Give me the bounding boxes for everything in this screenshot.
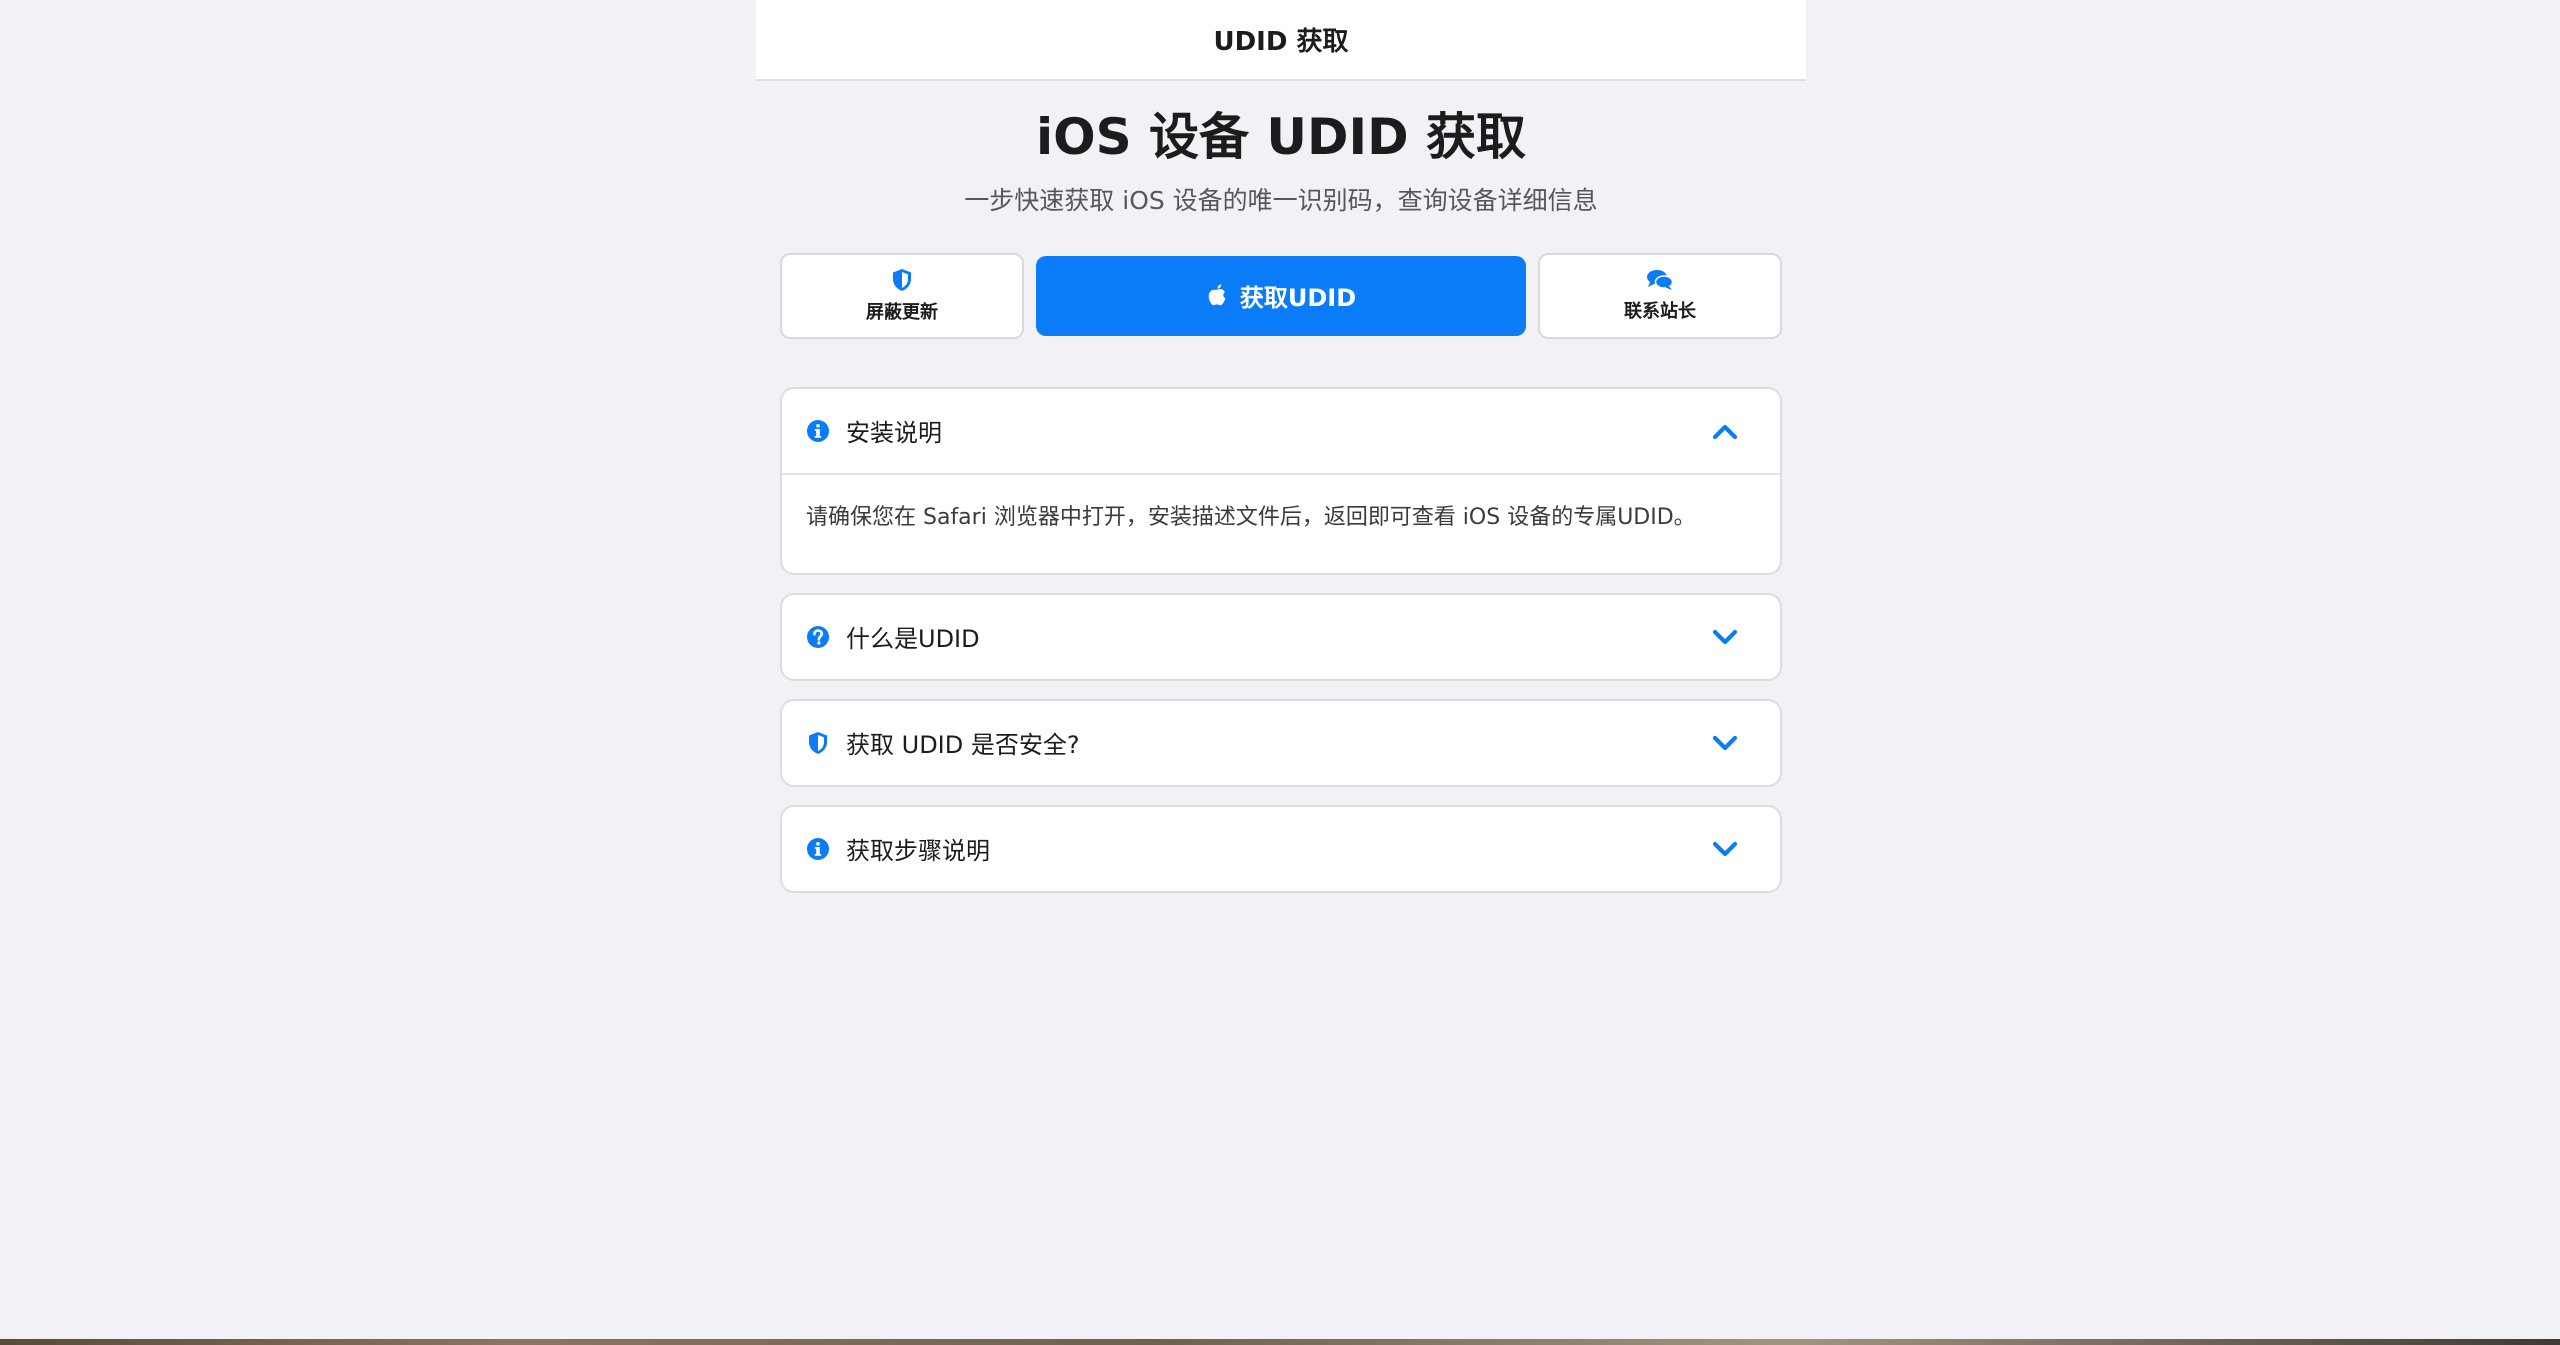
shield-icon	[806, 731, 830, 755]
page-title: iOS 设备 UDID 获取	[1035, 108, 1527, 166]
question-circle-icon	[806, 625, 830, 649]
action-bar: 屏蔽更新 获取UDID 联系站长	[780, 252, 1782, 339]
accordion-what-is-udid: 什么是UDID	[780, 592, 1782, 681]
bottom-edge-strip	[0, 1339, 2560, 1345]
accordion-title: 什么是UDID	[846, 625, 980, 653]
chat-bubbles-icon	[1647, 269, 1674, 290]
contact-admin-button[interactable]: 联系站长	[1538, 252, 1782, 339]
page-subtitle: 一步快速获取 iOS 设备的唯一识别码，查询设备详细信息	[964, 185, 1598, 215]
block-update-button[interactable]: 屏蔽更新	[780, 252, 1024, 339]
accordion-title: 获取步骤说明	[846, 837, 990, 865]
info-circle-icon	[806, 837, 830, 861]
navbar: UDID 获取	[756, 0, 1806, 81]
contact-admin-label: 联系站长	[1624, 300, 1696, 322]
accordion-install-instructions: 安装说明 请确保您在 Safari 浏览器中打开，安装描述文件后，返回即可查看 …	[780, 386, 1782, 575]
info-circle-icon	[806, 419, 830, 443]
accordion-title: 获取 UDID 是否安全?	[846, 731, 1080, 759]
accordion-title: 安装说明	[846, 419, 942, 447]
accordion-header[interactable]: 什么是UDID	[782, 595, 1780, 679]
chevron-up-icon[interactable]	[1710, 416, 1740, 446]
chevron-down-icon[interactable]	[1710, 622, 1740, 652]
chevron-down-icon[interactable]	[1710, 834, 1740, 864]
accordion-body: 请确保您在 Safari 浏览器中打开，安装描述文件后，返回即可查看 iOS 设…	[782, 472, 1780, 573]
accordion-is-it-safe: 获取 UDID 是否安全?	[780, 698, 1782, 787]
content-container: UDID 获取 iOS 设备 UDID 获取 一步快速获取 iOS 设备的唯一识…	[756, 0, 1806, 893]
accordion-header[interactable]: 获取步骤说明	[782, 807, 1780, 891]
apple-icon	[1208, 283, 1226, 305]
get-udid-label: 获取UDID	[1239, 284, 1357, 312]
block-update-label: 屏蔽更新	[866, 301, 938, 323]
navbar-title: UDID 获取	[1213, 27, 1349, 57]
accordion-header[interactable]: 获取 UDID 是否安全?	[782, 701, 1780, 785]
page: UDID 获取 iOS 设备 UDID 获取 一步快速获取 iOS 设备的唯一识…	[0, 0, 2560, 1345]
get-udid-button[interactable]: 获取UDID	[1036, 255, 1526, 336]
accordion-steps: 获取步骤说明	[780, 804, 1782, 893]
shield-icon	[893, 268, 911, 291]
accordion-header[interactable]: 安装说明	[782, 389, 1780, 473]
chevron-down-icon[interactable]	[1710, 728, 1740, 758]
